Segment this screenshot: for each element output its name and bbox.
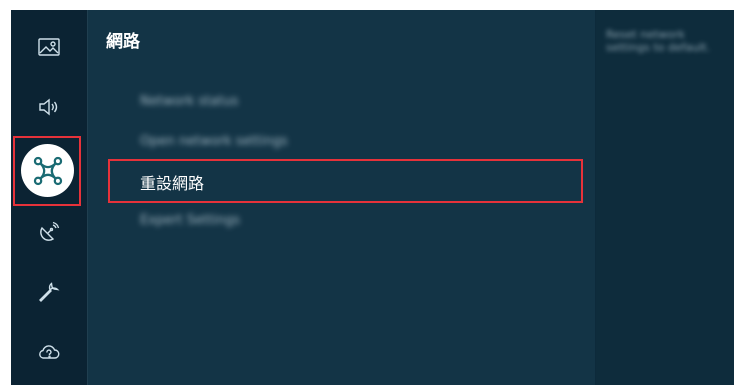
picture-icon <box>38 38 60 56</box>
menu-item-expert-settings[interactable]: Expert Settings <box>140 213 240 231</box>
settings-sidebar <box>11 10 87 385</box>
description-text: Reset network settings to default. <box>606 28 711 54</box>
sidebar-item-general[interactable] <box>32 275 66 309</box>
sound-icon <box>39 98 58 116</box>
tv-settings-screen: 網路 Network status Open network settings … <box>11 10 734 385</box>
page-title: 網路 <box>106 32 140 52</box>
menu-item-reset-network[interactable]: 重設網路 <box>140 170 204 193</box>
support-cloud-icon <box>39 345 60 359</box>
description-pane: Reset network settings to default. <box>596 10 734 385</box>
satellite-dish-icon <box>40 221 60 241</box>
sidebar-selection-highlight <box>13 136 81 206</box>
menu-item-open-network-settings[interactable]: Open network settings <box>140 134 288 152</box>
menu-item-network-status[interactable]: Network status <box>140 94 238 112</box>
sidebar-item-picture[interactable] <box>32 30 66 64</box>
sidebar-item-broadcasting[interactable] <box>32 215 66 249</box>
wrench-icon <box>39 282 60 302</box>
sidebar-item-support[interactable] <box>32 335 66 369</box>
network-settings-panel: 網路 Network status Open network settings … <box>88 10 595 385</box>
sidebar-item-sound[interactable] <box>32 90 66 124</box>
